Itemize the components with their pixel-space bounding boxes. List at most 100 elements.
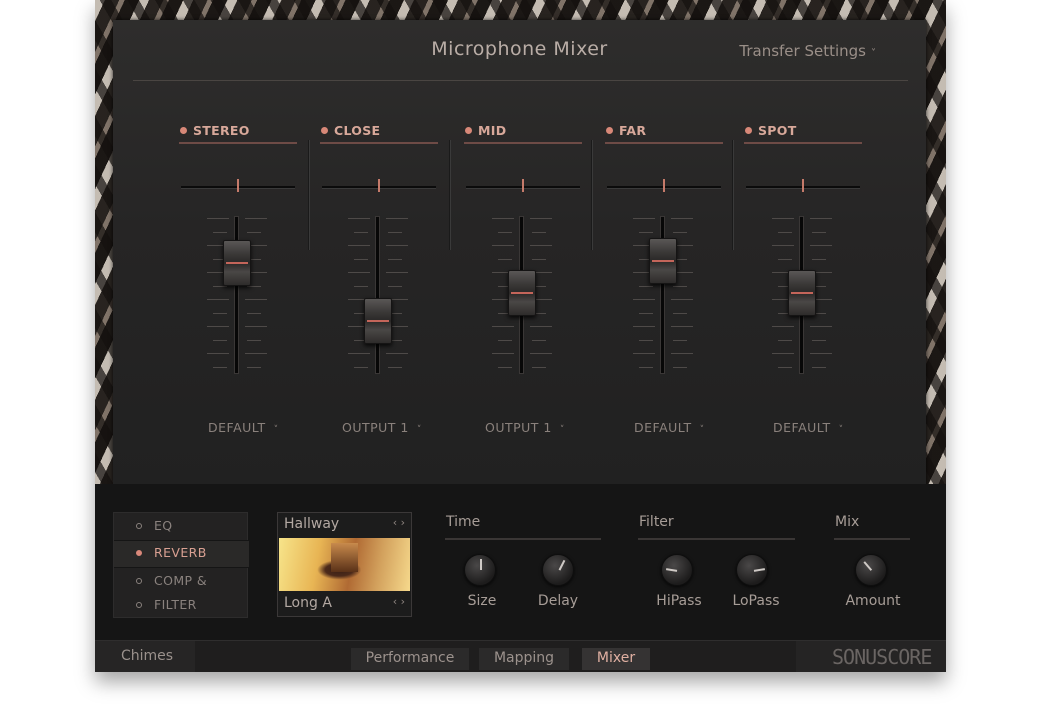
delay-knob[interactable]	[542, 554, 574, 586]
knob-indicator	[480, 559, 482, 570]
channel-active-dot[interactable]	[745, 127, 752, 134]
hipass-label: HiPass	[656, 593, 702, 609]
fader-tick	[639, 339, 653, 341]
fader-tick	[778, 231, 792, 233]
reverb-type: Hallway	[284, 516, 340, 532]
channel-separator	[308, 140, 309, 250]
output-value: DEFAULT	[773, 420, 831, 435]
fx-item-filter[interactable]: FILTER	[114, 593, 249, 619]
fader-tick	[386, 353, 408, 354]
fader-tick	[673, 312, 687, 314]
channel-header[interactable]: STEREO	[179, 120, 297, 144]
channel-active-dot[interactable]	[465, 127, 472, 134]
volume-fader[interactable]	[649, 237, 677, 284]
channel-header[interactable]: SPOT	[744, 120, 862, 144]
output-value: DEFAULT	[208, 420, 266, 435]
bottom-tab-bar: Chimes Performance Mapping Mixer SONUSCO…	[95, 640, 946, 672]
app-window: Microphone Mixer Transfer Settings ˅ STER…	[95, 0, 946, 672]
fader-tick	[213, 339, 227, 341]
pan-slider[interactable]	[607, 179, 721, 192]
reverb-variant: Long A	[284, 595, 332, 611]
fader-tick	[247, 339, 261, 341]
channel-active-dot[interactable]	[606, 127, 613, 134]
fx-item-reverb[interactable]: REVERB	[114, 541, 249, 567]
fader-tick	[245, 326, 267, 327]
channel-strip-spot: SPOT DEFAULT ˅	[744, 120, 862, 460]
fader-tick	[633, 218, 655, 219]
pan-slider[interactable]	[466, 179, 580, 192]
pan-slider[interactable]	[181, 179, 295, 192]
channel-header[interactable]: FAR	[605, 120, 723, 144]
channel-header[interactable]: CLOSE	[320, 120, 438, 144]
output-select[interactable]: DEFAULT ˅	[773, 420, 913, 435]
volume-fader[interactable]	[788, 269, 816, 316]
hipass-knob[interactable]	[661, 554, 693, 586]
prev-next-arrows-icon[interactable]: ‹ ›	[393, 516, 405, 529]
fader-tick	[388, 366, 402, 368]
reverb-type-selector[interactable]: Hallway ‹ ›	[278, 513, 411, 537]
fx-item-eq[interactable]: EQ	[114, 514, 249, 540]
filter-group-title: Filter	[639, 514, 674, 530]
pan-handle[interactable]	[378, 179, 380, 192]
fader-tick	[492, 353, 514, 354]
reverb-preset-selector: Hallway ‹ › Long A ‹ ›	[277, 512, 412, 617]
microphone-mixer-panel: Microphone Mixer Transfer Settings ˅ STER…	[113, 20, 926, 484]
fader-tick	[207, 326, 229, 327]
fader-indicator	[511, 291, 533, 294]
fader-track[interactable]	[375, 216, 380, 374]
channel-header[interactable]: MID	[464, 120, 582, 144]
channel-separator	[732, 140, 733, 250]
fader-tick	[639, 366, 653, 368]
output-select[interactable]: OUTPUT 1 ˅	[485, 420, 625, 435]
lopass-knob[interactable]	[736, 554, 768, 586]
output-value: DEFAULT	[634, 420, 692, 435]
knob-indicator	[753, 568, 766, 572]
fx-item-label: FILTER	[154, 597, 197, 612]
fader-tick	[812, 366, 826, 368]
fader-tick	[247, 312, 261, 314]
fader-tick	[386, 272, 408, 273]
fader-tick	[247, 231, 261, 233]
fx-item-comp[interactable]: COMP &	[114, 569, 249, 595]
reverb-room-image	[279, 538, 410, 591]
fader-tick	[673, 339, 687, 341]
reverb-variant-selector[interactable]: Long A ‹ ›	[278, 592, 411, 616]
channel-active-dot[interactable]	[180, 127, 187, 134]
tab-mapping[interactable]: Mapping	[479, 648, 569, 670]
sonuscore-logo: SONUSCORE	[796, 641, 946, 672]
fader-tick	[532, 231, 546, 233]
fader-tick	[348, 272, 370, 273]
output-select[interactable]: OUTPUT 1 ˅	[342, 420, 482, 435]
fader-tick	[778, 366, 792, 368]
channel-active-dot[interactable]	[321, 127, 328, 134]
fader-tick	[530, 245, 552, 246]
volume-fader[interactable]	[223, 240, 251, 287]
prev-next-arrows-icon[interactable]: ‹ ›	[393, 595, 405, 608]
volume-fader[interactable]	[364, 297, 392, 344]
fader-tick	[671, 353, 693, 354]
fader-indicator	[791, 291, 813, 294]
channel-strip-far: FAR DEFAULT ˅	[605, 120, 723, 460]
pan-handle[interactable]	[663, 179, 665, 192]
fader-tick	[671, 299, 693, 300]
fader-tick	[213, 312, 227, 314]
pan-slider[interactable]	[746, 179, 860, 192]
transfer-settings-dropdown[interactable]: Transfer Settings ˅	[739, 42, 876, 60]
tab-performance[interactable]: Performance	[351, 648, 469, 670]
size-knob[interactable]	[464, 554, 496, 586]
fader-tick	[633, 299, 655, 300]
pan-handle[interactable]	[802, 179, 804, 192]
pan-handle[interactable]	[522, 179, 524, 192]
pan-handle[interactable]	[237, 179, 239, 192]
fader-tick	[639, 231, 653, 233]
pan-slider[interactable]	[322, 179, 436, 192]
volume-fader[interactable]	[508, 269, 536, 316]
tab-mixer[interactable]: Mixer	[582, 648, 650, 670]
fader-tick	[671, 326, 693, 327]
fader-tick	[245, 353, 267, 354]
amount-knob[interactable]	[855, 554, 887, 586]
fader-tick	[348, 218, 370, 219]
mix-group-title: Mix	[835, 514, 860, 530]
output-value: OUTPUT 1	[342, 420, 409, 435]
fader-tick	[492, 326, 514, 327]
